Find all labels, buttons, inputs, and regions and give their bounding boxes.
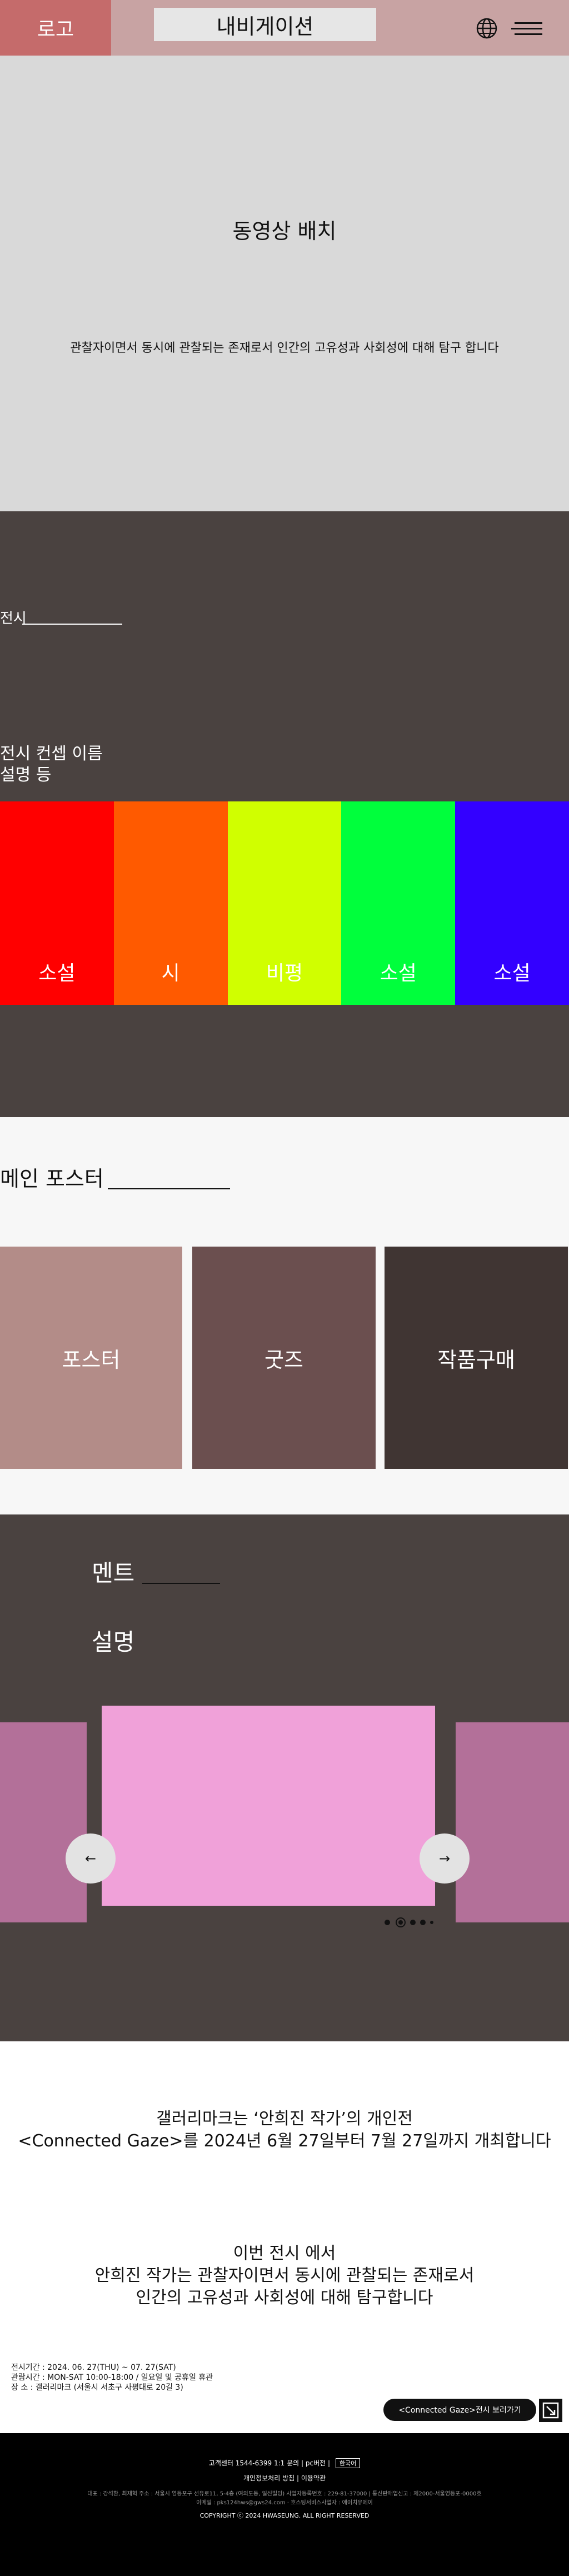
slider-dot[interactable] <box>430 1921 433 1924</box>
poster-cards: 포스터 굿즈 작품구매 <box>0 1247 569 1469</box>
language-button[interactable]: 한국어 <box>335 2458 361 2468</box>
concept-description: 설명 등 <box>0 765 52 785</box>
main-poster-title: 메인 포스터 <box>0 1167 104 1191</box>
exhibition-period: 전시기간 : 2024. 06. 27(THU) ~ 07. 27(SAT) <box>11 2363 176 2372</box>
category-tile[interactable]: 시 <box>113 801 228 1005</box>
category-label: 소설 <box>38 962 76 985</box>
footer-support-row: 고객센터 1544-6399 1:1 문의 | pc버전 | 한국어 <box>0 2458 569 2468</box>
slider-dot[interactable] <box>410 1920 416 1925</box>
poster-card[interactable]: 포스터 <box>0 1247 182 1469</box>
footer-support[interactable]: 고객센터 1544-6399 1:1 문의 | pc버전 | <box>209 2459 330 2467</box>
slider-pagination <box>382 1917 436 1928</box>
view-exhibition-button[interactable]: <Connected Gaze>전시 보러가기 <box>383 2399 536 2421</box>
navigation-bar[interactable]: 내비게이션 <box>154 8 376 41</box>
about-body-line: 이번 전시 에서 <box>233 2244 336 2263</box>
exhibition-underline <box>22 624 122 625</box>
artwork-purchase-label: 작품구매 <box>437 1347 515 1372</box>
exhibition-concept: 전시 컨셉 이름 설명 등 <box>0 744 103 786</box>
ment-underline <box>142 1583 220 1584</box>
exhibition-place: 장 소 : 갤러리마크 (서울시 서초구 사평대로 20길 3) <box>11 2383 183 2392</box>
slide-previous-peek[interactable] <box>0 1722 87 1922</box>
about-intro-line: <Connected Gaze>를 2024년 6월 27일부터 7월 27일까… <box>18 2131 551 2151</box>
slide-next-peek[interactable] <box>456 1722 569 1922</box>
about-body-line: 안희진 작가는 관찰자이면서 동시에 관찰되는 존재로서 <box>94 2266 475 2285</box>
main-poster-underline <box>108 1188 230 1189</box>
category-label: 비평 <box>266 962 303 985</box>
about-body: 이번 전시 에서 안희진 작가는 관찰자이면서 동시에 관찰되는 존재로서 인간… <box>0 2243 569 2309</box>
category-tile[interactable]: 소설 <box>341 801 456 1005</box>
ment-title: 멘트 <box>92 1559 135 1587</box>
page: 로고 내비게이션 동영상 배치 관찰자이면서 동시에 관찰되는 존재로서 인간의… <box>0 0 569 2576</box>
site-footer: 고객센터 1544-6399 1:1 문의 | pc버전 | 한국어 개인정보처… <box>0 2433 569 2576</box>
slider-dot-active[interactable] <box>396 1917 406 1927</box>
ment-description: 설명 <box>92 1628 135 1656</box>
exhibition-section: 전시 전시 컨셉 이름 설명 등 소설 시 비평 소설 소설 <box>0 511 569 1117</box>
arrow-left-icon: ← <box>84 1851 97 1866</box>
about-body-line: 인간의 고유성과 사회성에 대해 탐구합니다 <box>136 2288 433 2308</box>
main-poster-section: 메인 포스터 포스터 굿즈 작품구매 <box>0 1117 569 1514</box>
category-tile[interactable]: 소설 <box>455 801 569 1005</box>
hamburger-menu-icon[interactable] <box>511 20 542 37</box>
footer-company-info: 대표 : 강석환, 최재혁 주소 : 서울시 영등포구 선유로11, 5-4층 … <box>87 2491 482 2497</box>
slider-dot[interactable] <box>385 1920 390 1925</box>
about-intro-line: 갤러리마크는 ‘안희진 작가’의 개인전 <box>156 2109 413 2129</box>
footer-policy-links[interactable]: 개인정보처리 방침 | 이용약관 <box>0 2473 569 2483</box>
poster-card-label: 포스터 <box>62 1347 121 1372</box>
exhibition-category-strip: 소설 시 비평 소설 소설 <box>0 801 569 1005</box>
artwork-purchase-card[interactable]: 작품구매 <box>385 1247 568 1469</box>
site-header: 로고 내비게이션 <box>0 0 569 56</box>
hero-title: 동영상 배치 <box>232 219 337 243</box>
slide-current[interactable] <box>102 1706 435 1906</box>
category-tile[interactable]: 비평 <box>227 801 342 1005</box>
goods-card-label: 굿즈 <box>264 1347 303 1372</box>
hero-subtitle: 관찰자이면서 동시에 관찰되는 존재로서 인간의 고유성과 사회성에 대해 탐구… <box>70 341 499 355</box>
footer-copyright: COPYRIGHT ⓒ 2024 HWASEUNG. ALL RIGHT RES… <box>199 2512 370 2519</box>
category-label: 시 <box>161 962 180 985</box>
arrow-right-icon: → <box>438 1851 451 1866</box>
slider-next-button[interactable]: → <box>420 1833 470 1884</box>
logo[interactable]: 로고 <box>0 0 111 56</box>
hero-video-section: 동영상 배치 관찰자이면서 동시에 관찰되는 존재로서 인간의 고유성과 사회성… <box>0 56 569 511</box>
concept-name: 전시 컨셉 이름 <box>0 744 103 764</box>
category-label: 소설 <box>380 962 417 985</box>
category-tile[interactable]: 소설 <box>0 801 114 1005</box>
footer-contact: 이메일 : pks124hws@gws24.com · 호스팅서비스사업자 : … <box>196 2500 373 2506</box>
exhibition-info: 전시기간 : 2024. 06. 27(THU) ~ 07. 27(SAT) 관… <box>11 2363 213 2393</box>
category-label: 소설 <box>493 962 531 985</box>
external-link-icon[interactable] <box>539 2399 562 2422</box>
about-intro: 갤러리마크는 ‘안희진 작가’의 개인전 <Connected Gaze>를 2… <box>0 2108 569 2153</box>
globe-icon[interactable] <box>476 17 498 39</box>
ment-section: 멘트 설명 ← → <box>0 1514 569 2041</box>
exhibition-hours: 관람시간 : MON-SAT 10:00-18:00 / 일요일 및 공휴일 휴… <box>11 2373 213 2382</box>
goods-card[interactable]: 굿즈 <box>192 1247 376 1469</box>
slider-prev-button[interactable]: ← <box>66 1833 116 1884</box>
slider-dot[interactable] <box>420 1920 426 1925</box>
exhibition-about-section: 갤러리마크는 ‘안희진 작가’의 개인전 <Connected Gaze>를 2… <box>0 2041 569 2433</box>
